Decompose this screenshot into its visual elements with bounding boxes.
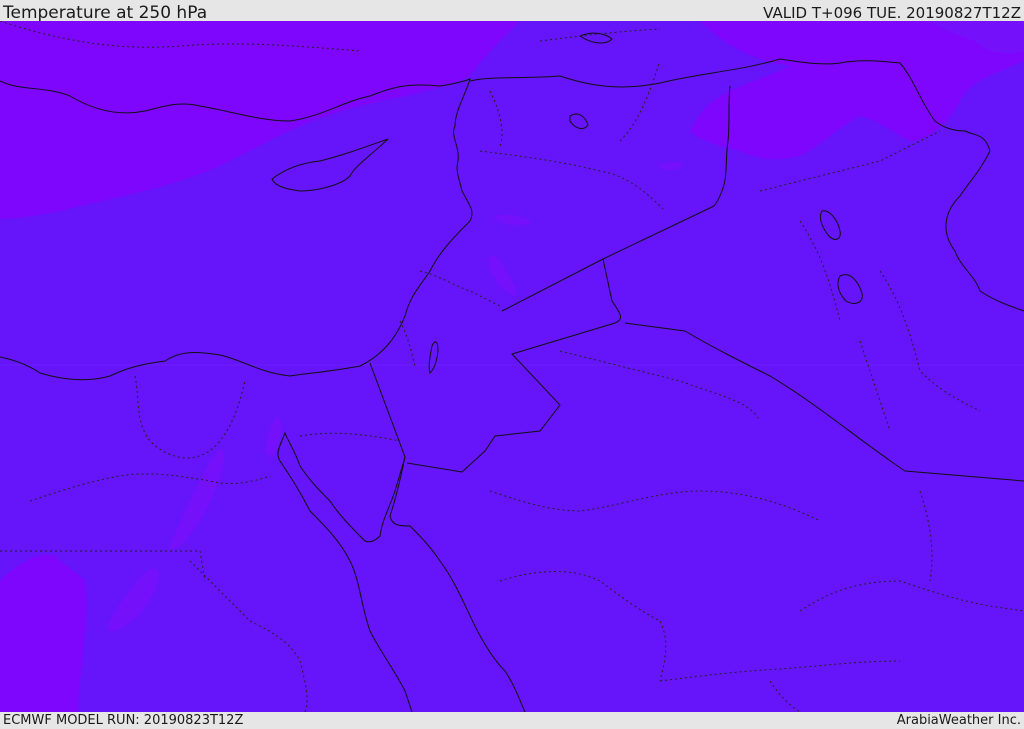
valid-time: VALID T+096 TUE. 20190827T12Z	[763, 4, 1021, 22]
header-bar: Temperature at 250 hPa VALID T+096 TUE. …	[0, 0, 1024, 23]
model-run-label: ECMWF MODEL RUN: 20190823T12Z	[3, 713, 244, 728]
credit-label: ArabiaWeather Inc.	[896, 713, 1021, 728]
footer-bar: ECMWF MODEL RUN: 20190823T12Z ArabiaWeat…	[0, 712, 1024, 729]
shade-region-libya	[0, 554, 87, 712]
map-panel	[0, 21, 1024, 712]
map-svg	[0, 21, 1024, 712]
map-title: Temperature at 250 hPa	[3, 3, 208, 23]
